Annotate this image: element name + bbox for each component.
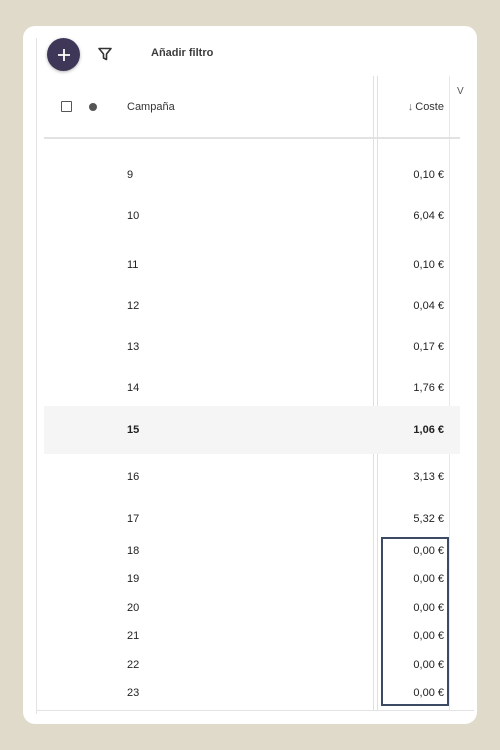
campaign-cell: 17	[127, 512, 140, 525]
filter-button[interactable]	[96, 45, 114, 63]
table-toolbar: Añadir filtro	[23, 26, 477, 76]
campaign-cell: 16	[127, 470, 140, 483]
campaign-cell: 11	[127, 258, 139, 271]
status-column-dot	[89, 103, 97, 111]
plus-icon	[57, 48, 70, 61]
table-row[interactable]: 14 1,76 €	[44, 369, 460, 406]
cost-cell: 5,32 €	[413, 512, 444, 525]
card-bottom-border	[36, 710, 474, 711]
cost-column-label: Coste	[415, 101, 444, 113]
campaign-cell: 10	[127, 209, 140, 222]
cost-cell: 1,06 €	[413, 424, 444, 436]
cost-cell: 6,04 €	[413, 209, 444, 222]
cost-cell: 0,10 €	[413, 258, 444, 271]
zero-cost-highlight-box	[381, 537, 449, 706]
cost-cell: 0,17 €	[413, 340, 444, 353]
table-row[interactable]: 10 6,04 €	[44, 197, 460, 234]
table-row[interactable]: 17 5,32 €	[44, 500, 460, 537]
cost-cell: 0,04 €	[413, 299, 444, 312]
campaign-cell: 23	[127, 687, 140, 699]
cost-cell: 1,76 €	[413, 381, 444, 394]
next-column-header[interactable]: V	[457, 86, 464, 97]
sort-desc-icon: ↓	[407, 101, 414, 113]
table-row[interactable]: 13 0,17 €	[44, 328, 460, 365]
campaign-cell: 21	[127, 630, 140, 642]
table-row-hovered[interactable]: 15 1,06 €	[44, 406, 460, 454]
select-all-checkbox[interactable]	[61, 101, 72, 112]
campaign-column-header[interactable]: Campaña	[127, 101, 175, 113]
campaign-cell: 9	[127, 169, 134, 181]
cost-cell: 3,13 €	[413, 470, 444, 483]
add-filter-link[interactable]: Añadir filtro	[151, 47, 213, 59]
campaign-cell: 19	[127, 573, 140, 585]
card-left-border	[36, 38, 37, 714]
add-campaign-button[interactable]	[47, 38, 80, 71]
campaign-cell: 12	[127, 299, 140, 312]
cost-cell: 0,10 €	[413, 169, 444, 181]
campaign-table-card: Añadir filtro Campaña ↓ Coste V 9 0,10 € …	[23, 26, 477, 724]
campaign-cell: 14	[127, 381, 140, 394]
cost-column-header[interactable]: ↓ Coste	[408, 101, 444, 113]
campaign-cell: 22	[127, 659, 140, 671]
table-row[interactable]: 16 3,13 €	[44, 458, 460, 495]
campaign-cell: 18	[127, 544, 140, 557]
filter-icon	[98, 47, 112, 61]
table-header: Campaña ↓ Coste	[44, 76, 460, 139]
campaign-cell: 13	[127, 340, 140, 353]
table-row[interactable]: 12 0,04 €	[44, 287, 460, 324]
campaign-cell: 20	[127, 602, 140, 614]
table-row[interactable]: 11 0,10 €	[44, 246, 460, 283]
table-row[interactable]: 9 0,10 €	[44, 158, 460, 192]
campaign-cell: 15	[127, 424, 140, 436]
